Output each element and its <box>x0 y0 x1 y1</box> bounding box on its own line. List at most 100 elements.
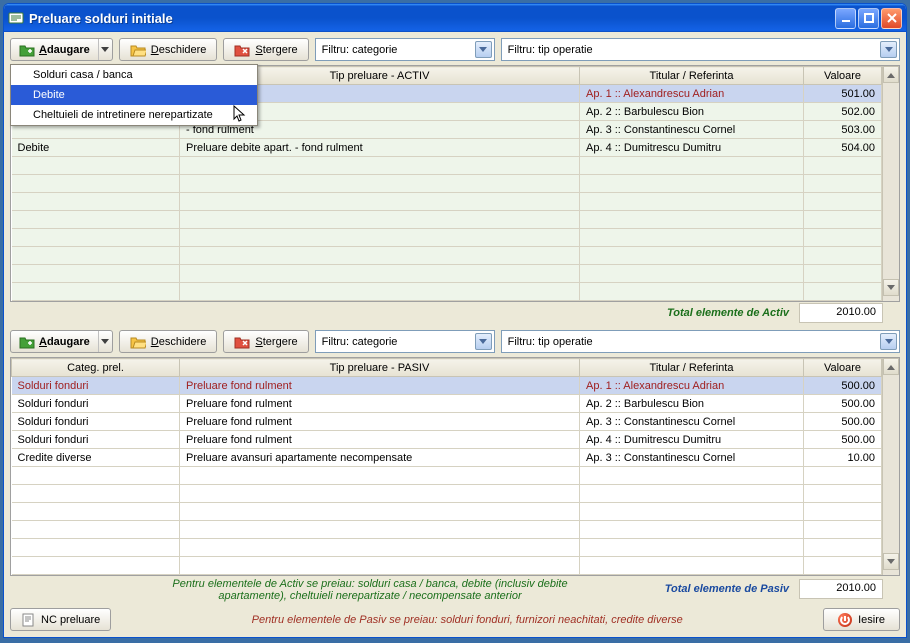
cell-val[interactable]: 500.00 <box>804 395 882 413</box>
col-header-val[interactable]: Valoare <box>804 67 882 85</box>
table-row[interactable]: Credite diversePreluare avansuri apartam… <box>12 449 882 467</box>
cell-cat[interactable]: Solduri fonduri <box>12 413 180 431</box>
menu-item[interactable]: Solduri casa / banca <box>11 65 257 85</box>
delete-button-activ[interactable]: Stergere <box>223 38 308 61</box>
col-header-tit[interactable]: Titular / Referinta <box>580 67 804 85</box>
pasiv-scrollbar[interactable] <box>882 358 899 575</box>
col-header-cat[interactable]: Categ. prel. <box>12 359 180 377</box>
app-icon <box>8 10 24 26</box>
cell-val[interactable]: 500.00 <box>804 377 882 395</box>
cell-tip[interactable]: Preluare debite apart. - fond rulment <box>180 139 580 157</box>
cell-val[interactable]: 500.00 <box>804 431 882 449</box>
chevron-down-icon[interactable] <box>475 333 492 350</box>
table-row[interactable]: Solduri fonduriPreluare fond rulmentAp. … <box>12 413 882 431</box>
pasiv-total-label: Total elemente de Pasiv <box>600 583 799 595</box>
folder-open-icon <box>130 43 146 57</box>
exit-button-label: Iesire <box>858 614 885 626</box>
cell-tip[interactable]: Preluare avansuri apartamente necompensa… <box>180 449 580 467</box>
cell-val[interactable]: 502.00 <box>804 103 882 121</box>
cell-tit[interactable]: Ap. 3 :: Constantinescu Cornel <box>580 121 804 139</box>
close-button[interactable] <box>881 8 902 29</box>
chevron-down-icon[interactable] <box>880 333 897 350</box>
table-row-empty <box>12 485 882 503</box>
table-row[interactable]: Solduri fonduriPreluare fond rulmentAp. … <box>12 395 882 413</box>
cell-cat[interactable]: Solduri fonduri <box>12 395 180 413</box>
cell-cat[interactable]: Solduri fonduri <box>12 377 180 395</box>
open-button-activ[interactable]: Deschidere <box>119 38 218 61</box>
pasiv-grid-wrap: Categ. prel. Tip preluare - PASIV Titula… <box>10 357 900 576</box>
cell-tit[interactable]: Ap. 4 :: Dumitrescu Dumitru <box>580 139 804 157</box>
activ-total-label: Total elemente de Activ <box>10 307 799 319</box>
table-row-empty <box>12 175 882 193</box>
cell-tit[interactable]: Ap. 2 :: Barbulescu Bion <box>580 103 804 121</box>
cell-val[interactable]: 504.00 <box>804 139 882 157</box>
add-button-pasiv[interactable]: Adaugare <box>10 330 113 353</box>
filter-category-text: Filtru: categorie <box>322 336 475 348</box>
content-area: Adaugare Deschidere Stergere Filtru: cat… <box>4 32 906 637</box>
chevron-down-icon[interactable] <box>475 41 492 58</box>
nc-button-label: NC preluare <box>41 614 100 626</box>
cell-tip[interactable]: Preluare fond rulment <box>180 431 580 449</box>
col-header-val[interactable]: Valoare <box>804 359 882 377</box>
chevron-down-icon[interactable] <box>880 41 897 58</box>
filter-category-text: Filtru: categorie <box>322 44 475 56</box>
open-button-pasiv[interactable]: Deschidere <box>119 330 218 353</box>
table-row[interactable]: Solduri fonduriPreluare fond rulmentAp. … <box>12 377 882 395</box>
pasiv-grid[interactable]: Categ. prel. Tip preluare - PASIV Titula… <box>11 358 882 575</box>
cell-cat[interactable]: Solduri fonduri <box>12 431 180 449</box>
cell-tip[interactable]: Preluare fond rulment <box>180 377 580 395</box>
table-row-empty <box>12 467 882 485</box>
filter-category-combo-activ[interactable]: Filtru: categorie <box>315 38 495 61</box>
filter-operation-combo-activ[interactable]: Filtru: tip operatie <box>501 38 900 61</box>
cell-val[interactable]: 501.00 <box>804 85 882 103</box>
bottom-bar: NC preluare Pentru elementele de Pasiv s… <box>10 608 900 631</box>
cell-val[interactable]: 503.00 <box>804 121 882 139</box>
add-button-activ[interactable]: Adaugare <box>10 38 113 61</box>
activ-scrollbar[interactable] <box>882 66 899 301</box>
table-row-empty <box>12 283 882 301</box>
col-header-tip[interactable]: Tip preluare - PASIV <box>180 359 580 377</box>
table-row-empty <box>12 193 882 211</box>
cell-tip[interactable]: Preluare fond rulment <box>180 395 580 413</box>
add-button-caret[interactable] <box>98 331 112 352</box>
cell-tit[interactable]: Ap. 1 :: Alexandrescu Adrian <box>580 85 804 103</box>
scroll-down-icon[interactable] <box>883 279 899 296</box>
delete-button-pasiv[interactable]: Stergere <box>223 330 308 353</box>
nc-preluare-button[interactable]: NC preluare <box>10 608 111 631</box>
power-icon <box>838 613 852 627</box>
cell-cat[interactable]: Debite <box>12 139 180 157</box>
activ-hint: Pentru elementele de Activ se preiau: so… <box>148 578 592 602</box>
cell-tip[interactable]: Preluare fond rulment <box>180 413 580 431</box>
exit-button[interactable]: Iesire <box>823 608 900 631</box>
cell-cat[interactable]: Credite diverse <box>12 449 180 467</box>
filter-category-combo-pasiv[interactable]: Filtru: categorie <box>315 330 495 353</box>
minimize-button[interactable] <box>835 8 856 29</box>
activ-total-row: Total elemente de Activ 2010.00 <box>10 302 900 324</box>
cell-val[interactable]: 10.00 <box>804 449 882 467</box>
scroll-down-icon[interactable] <box>883 553 899 570</box>
menu-item[interactable]: Cheltuieli de intretinere nerepartizate <box>11 105 257 125</box>
cell-tit[interactable]: Ap. 3 :: Constantinescu Cornel <box>580 413 804 431</box>
maximize-button[interactable] <box>858 8 879 29</box>
add-button-caret[interactable] <box>98 39 112 60</box>
menu-item[interactable]: Debite <box>11 85 257 105</box>
col-header-tit[interactable]: Titular / Referinta <box>580 359 804 377</box>
add-menu-popup: Solduri casa / bancaDebiteCheltuieli de … <box>10 64 258 126</box>
scroll-up-icon[interactable] <box>883 66 899 83</box>
cell-tit[interactable]: Ap. 3 :: Constantinescu Cornel <box>580 449 804 467</box>
table-row-empty <box>12 247 882 265</box>
filter-operation-combo-pasiv[interactable]: Filtru: tip operatie <box>501 330 900 353</box>
cell-tit[interactable]: Ap. 1 :: Alexandrescu Adrian <box>580 377 804 395</box>
document-icon <box>21 613 35 627</box>
pasiv-header-row: Categ. prel. Tip preluare - PASIV Titula… <box>12 359 882 377</box>
table-row-empty <box>12 211 882 229</box>
cell-tit[interactable]: Ap. 4 :: Dumitrescu Dumitru <box>580 431 804 449</box>
filter-operation-text: Filtru: tip operatie <box>508 336 880 348</box>
table-row[interactable]: DebitePreluare debite apart. - fond rulm… <box>12 139 882 157</box>
cell-tit[interactable]: Ap. 2 :: Barbulescu Bion <box>580 395 804 413</box>
table-row[interactable]: Solduri fonduriPreluare fond rulmentAp. … <box>12 431 882 449</box>
open-button-label: Deschidere <box>151 44 207 56</box>
cell-val[interactable]: 500.00 <box>804 413 882 431</box>
hints-row: Pentru elementele de Activ se preiau: so… <box>10 578 900 602</box>
scroll-up-icon[interactable] <box>883 358 899 375</box>
